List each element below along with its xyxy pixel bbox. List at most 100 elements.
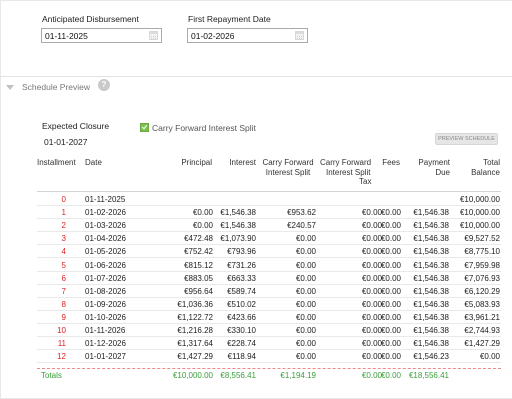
disbursement-date-input[interactable]: 01-11-2025 — [41, 28, 162, 43]
section-title: Schedule Preview — [22, 82, 91, 92]
cell-interest: €731.26 — [227, 260, 256, 270]
cell-installment: 0 — [61, 195, 66, 204]
cell-principal: €1,317.64 — [177, 339, 213, 349]
cell-total-balance: €7,076.93 — [464, 273, 500, 283]
cell-carry-forward-tax: €0.00 — [361, 221, 382, 231]
cell-fees: €0.00 — [380, 339, 401, 349]
cell-interest: €228.74 — [227, 339, 256, 349]
first-repayment-date-value: 01-02-2026 — [191, 31, 235, 41]
cell-carry-forward-split: €0.00 — [295, 273, 316, 283]
cell-date: 01-01-2027 — [85, 352, 126, 362]
cell-carry-forward-split: €0.00 — [295, 260, 316, 270]
table-row: 11 01-12-2026 €1,317.64 €228.74 €0.00 €0.00 €0… — [37, 337, 501, 351]
cell-principal: €1,122.72 — [177, 312, 213, 322]
cell-date: 01-11-2026 — [85, 326, 126, 335]
table-row: 2 01-03-2026 €0.00 €1,546.38 €240.57 €0.00 €0.… — [37, 219, 501, 233]
cell-carry-forward-tax: €0.00 — [361, 312, 382, 322]
cell-principal: €956.64 — [184, 286, 213, 296]
cell-date: 01-12-2026 — [85, 339, 126, 349]
cell-total-balance: €2,744.93 — [464, 326, 500, 335]
cell-installment: 9 — [61, 312, 66, 322]
cell-total-balance: €0.00 — [479, 352, 500, 362]
cell-fees: €0.00 — [380, 273, 401, 283]
cell-carry-forward-tax: €0.00 — [361, 247, 382, 257]
table-row: 5 01-06-2026 €815.12 €731.26 €0.00 €0.00 €0.00… — [37, 259, 501, 272]
cell-fees: €0.00 — [380, 208, 401, 218]
totals-label: Totals — [41, 371, 62, 380]
cell-interest: €589.74 — [227, 286, 256, 296]
cell-total-balance: €1,427.29 — [464, 339, 500, 349]
cell-carry-forward-tax: €0.00 — [361, 339, 382, 349]
cell-installment: 10 — [57, 326, 66, 335]
cell-date: 01-02-2026 — [85, 208, 126, 218]
cell-total-balance: €10,000.00 — [459, 221, 500, 231]
help-icon[interactable]: ? — [98, 79, 110, 91]
cell-total-balance: €8,775.10 — [464, 247, 500, 257]
cell-installment: 1 — [61, 208, 66, 218]
calendar-icon[interactable] — [295, 31, 304, 40]
cell-carry-forward-split: €0.00 — [295, 352, 316, 362]
cell-interest: €663.33 — [227, 273, 256, 283]
cell-carry-forward-tax: €0.00 — [361, 352, 382, 362]
preview-schedule-button[interactable]: PREVIEW SCHEDULE — [435, 133, 498, 145]
cell-date: 01-08-2026 — [85, 286, 126, 296]
disbursement-label: Anticipated Disbursement — [42, 14, 139, 24]
col-date: Date — [85, 158, 102, 167]
disbursement-date-value: 01-11-2025 — [45, 31, 88, 41]
cell-payment-due: €1,546.38 — [413, 234, 449, 244]
carry-forward-checkbox[interactable] — [140, 123, 149, 132]
cell-carry-forward-split: €0.00 — [295, 312, 316, 322]
cell-carry-forward-split: €0.00 — [295, 299, 316, 309]
first-repayment-date-input[interactable]: 01-02-2026 — [187, 28, 308, 43]
cell-interest: €423.66 — [227, 312, 256, 322]
cell-payment-due: €1,546.38 — [413, 247, 449, 257]
carry-forward-checkbox-label[interactable]: Carry Forward Interest Split — [152, 123, 256, 133]
cell-date: 01-03-2026 — [85, 221, 126, 231]
col-fees: Fees — [382, 158, 400, 167]
cell-carry-forward-tax: €0.00 — [361, 273, 382, 283]
cell-installment: 5 — [61, 260, 66, 270]
col-interest: Interest — [229, 158, 256, 167]
cell-carry-forward-split: €953.62 — [287, 208, 316, 218]
table-header-divider — [37, 191, 501, 192]
table-row: 0 01-11-2025 €10,000.00 — [37, 193, 501, 206]
cell-payment-due: €1,546.38 — [413, 208, 449, 218]
cell-payment-due: €1,546.23 — [413, 352, 449, 362]
cell-date: 01-04-2026 — [85, 234, 126, 244]
cell-total-balance: €3,961.21 — [464, 312, 500, 322]
cell-carry-forward-tax: €0.00 — [361, 208, 382, 218]
cell-date: 01-07-2026 — [85, 273, 126, 283]
table-row: 6 01-07-2026 €883.05 €663.33 €0.00 €0.00 €0.00… — [37, 272, 501, 285]
cell-interest: €1,546.38 — [220, 208, 256, 218]
table-row: 10 01-11-2026 €1,216.28 €330.10 €0.00 €0.00 €0… — [37, 324, 501, 337]
cell-principal: €472.48 — [184, 234, 213, 244]
cell-installment: 8 — [61, 299, 66, 309]
cell-principal: €0.00 — [192, 208, 213, 218]
table-row: 3 01-04-2026 €472.48 €1,073.90 €0.00 €0.00 €0.… — [37, 232, 501, 246]
table-row: 8 01-09-2026 €1,036.36 €510.02 €0.00 €0.00 €0.… — [37, 298, 501, 311]
table-row: 1 01-02-2026 €0.00 €1,546.38 €953.62 €0.00 €0.… — [37, 206, 501, 220]
cell-carry-forward-split: €0.00 — [295, 339, 316, 349]
cell-total-balance: €6,120.29 — [464, 286, 500, 296]
totals-interest: €8,556.41 — [220, 371, 256, 380]
collapse-triangle-icon[interactable] — [6, 85, 14, 90]
col-principal: Principal — [181, 158, 212, 167]
cell-interest: €118.94 — [227, 352, 256, 362]
cell-interest: €1,546.38 — [220, 221, 256, 231]
col-payment-due: Payment Due — [418, 158, 450, 177]
totals-fees: €0.00 — [380, 371, 401, 380]
cell-carry-forward-split: €0.00 — [295, 234, 316, 244]
totals-carry-forward-split: €1,194.19 — [280, 371, 316, 380]
cell-date: 01-11-2025 — [85, 195, 126, 204]
cell-carry-forward-tax: €0.00 — [361, 326, 382, 335]
cell-interest: €330.10 — [227, 326, 256, 335]
cell-fees: €0.00 — [380, 260, 401, 270]
cell-principal: €1,036.36 — [177, 299, 213, 309]
cell-date: 01-10-2026 — [85, 312, 126, 322]
section-divider — [0, 76, 512, 77]
cell-principal: €883.05 — [184, 273, 213, 283]
cell-carry-forward-split: €0.00 — [295, 326, 316, 335]
calendar-icon[interactable] — [149, 31, 158, 40]
cell-payment-due: €1,546.38 — [413, 273, 449, 283]
cell-installment: 3 — [61, 234, 66, 244]
